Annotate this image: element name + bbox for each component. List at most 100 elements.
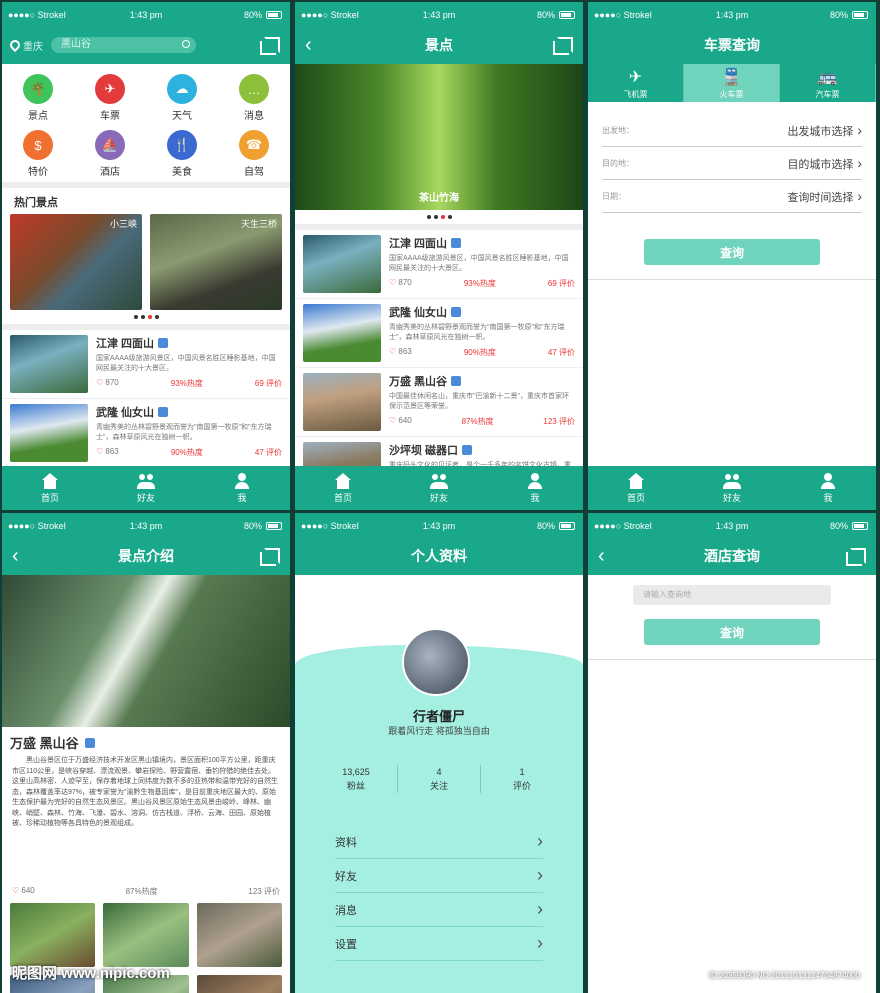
tab-me[interactable]: 我 (780, 466, 876, 510)
reviews[interactable]: 69 评价 (255, 378, 282, 389)
reviews[interactable]: 69 评价 (548, 278, 575, 289)
battery-level: 80% (536, 10, 555, 20)
category-item[interactable]: 🍴 美食 (146, 130, 218, 178)
stat-following[interactable]: 4 关注 (398, 765, 481, 793)
location-input[interactable]: 请输入查询地 (633, 585, 831, 605)
query-button[interactable]: 查询 (644, 619, 820, 645)
stat-label: 评价 (512, 781, 531, 791)
likes[interactable]: ♡ 863 (96, 447, 119, 458)
friends-icon (136, 473, 156, 489)
scan-icon[interactable] (260, 548, 280, 566)
status-bar: ●●●●○ Strokel 1:43 pm 80% (295, 2, 583, 26)
stat-fans[interactable]: 13,625 粉丝 (315, 765, 398, 793)
ticket-screen: ●●●●○ Strokel 1:43 pm 80% 车票查询 ✈ 飞机票 🚆 火车票… (588, 2, 876, 510)
departure-field[interactable]: 出发地： 出发城市选择 (602, 114, 862, 147)
date-field[interactable]: 日期： 查询时间选择 (602, 180, 862, 213)
field-value: 出发城市选择 (787, 122, 862, 139)
scan-icon[interactable] (553, 37, 573, 55)
gallery-photo[interactable] (10, 903, 96, 967)
likes[interactable]: ♡ 870 (389, 278, 412, 289)
tab-friends[interactable]: 好友 (98, 466, 194, 510)
gallery-photo[interactable] (196, 903, 282, 967)
verified-icon (462, 445, 473, 455)
friends-icon (722, 473, 742, 489)
tab-home[interactable]: 首页 (2, 466, 98, 510)
header: ‹ 酒店查询 (588, 537, 876, 575)
tab-bar: 首页 好友 我 (295, 466, 583, 510)
category-item[interactable]: ✈ 车票 (74, 74, 146, 122)
category-item[interactable]: 🌴 景点 (2, 74, 74, 122)
hot-spot-card[interactable]: 天生三桥 (150, 214, 282, 310)
category-item[interactable]: $ 特价 (2, 130, 74, 178)
hot-spots-title: 热门景点 (14, 197, 58, 209)
battery-level: 80% (829, 521, 848, 531)
category-label: 酒店 (100, 167, 120, 178)
reviews[interactable]: 47 评价 (255, 447, 282, 458)
tab-home[interactable]: 首页 (295, 466, 391, 510)
likes[interactable]: ♡ 863 (389, 347, 412, 358)
city-selector[interactable]: 重庆 (7, 37, 43, 53)
scan-icon[interactable] (846, 548, 866, 566)
reviews[interactable]: 47 评价 (548, 347, 575, 358)
spot-title: 万盛 黑山谷 (2, 727, 290, 756)
tab-home[interactable]: 首页 (588, 466, 684, 510)
query-button[interactable]: 查询 (644, 239, 820, 265)
hot-spot-card[interactable]: 小三峡 (10, 214, 142, 310)
back-icon[interactable]: ‹ (598, 546, 605, 566)
reviews[interactable]: 123 评价 (248, 886, 280, 897)
spot-name: 武隆 仙女山 (96, 407, 155, 419)
destination-field[interactable]: 目的地： 目的城市选择 (602, 147, 862, 180)
list-item[interactable]: 武隆 仙女山 青幽秀美的丛林碧野景观而誉为"南国第一牧原"和"东方瑞士"，森林草原… (295, 299, 583, 368)
list-item[interactable]: 万盛 黑山谷 中国最佳休闲名山，重庆市"巴渝新十二景"，重庆市首家环保示范景区等荣… (295, 368, 583, 437)
tab-me[interactable]: 我 (487, 466, 583, 510)
menu-item-messages[interactable]: 消息 (335, 893, 543, 927)
banner-image[interactable]: 茶山竹海 (295, 64, 583, 210)
likes[interactable]: ♡ 870 (96, 378, 119, 389)
tab-label: 首页 (40, 492, 59, 503)
menu-item-profile[interactable]: 资料 (335, 825, 543, 859)
spot-name: 武隆 仙女山 (389, 307, 448, 319)
home-screen: ●●●●○ Strokel 1:43 pm 80% 重庆 黑山谷 🌴 景点 ✈ 车票 ☁… (2, 2, 290, 510)
avatar[interactable] (402, 628, 470, 696)
gallery-photo[interactable] (103, 903, 189, 967)
heat: 90%热度 (463, 348, 496, 357)
category-item[interactable]: ☁ 天气 (146, 74, 218, 122)
category-item[interactable]: … 消息 (218, 74, 290, 122)
tab-friends[interactable]: 好友 (391, 466, 487, 510)
heart-icon: ♡ (389, 416, 399, 425)
menu-item-friends[interactable]: 好友 (335, 859, 543, 893)
list-item[interactable]: 武隆 仙女山 青幽秀美的丛林碧野景观而誉为"南国第一牧原"和"东方瑞士"，森林草原… (2, 399, 290, 468)
scan-icon[interactable] (260, 37, 280, 55)
gallery-photo[interactable] (196, 975, 282, 993)
tab-flight[interactable]: ✈ 飞机票 (588, 64, 684, 102)
likes[interactable]: ♡ 640 (12, 886, 35, 897)
divider (588, 659, 876, 660)
back-icon[interactable]: ‹ (305, 35, 312, 55)
tab-label: 我 (823, 492, 833, 503)
header: ‹ 景点介绍 (2, 537, 290, 575)
tab-train[interactable]: 🚆 火车票 (684, 64, 780, 102)
tab-bar: 首页 好友 我 (2, 466, 290, 510)
search-icon[interactable] (182, 40, 190, 48)
list-item[interactable]: 江津 四面山 国家AAAA级旅游风景区，中国风景名胜区睡影基地，中国网民最关注的十… (295, 230, 583, 299)
hero-image (2, 575, 290, 727)
hot-spots-carousel[interactable]: 小三峡 天生三桥 (2, 214, 290, 310)
battery-icon (852, 11, 868, 19)
stat-reviews[interactable]: 1 评价 (481, 765, 563, 793)
status-bar: ●●●●○ Strokel 1:43 pm 80% (2, 513, 290, 537)
reviews-count: 69 评价 (547, 279, 575, 288)
reviews[interactable]: 123 评价 (543, 416, 575, 427)
tab-me[interactable]: 我 (194, 466, 290, 510)
category-item[interactable]: ⛵ 酒店 (74, 130, 146, 178)
field-value: 查询时间选择 (787, 188, 862, 205)
tab-bus[interactable]: 🚌 汽车票 (780, 64, 876, 102)
menu-item-settings[interactable]: 设置 (335, 927, 543, 961)
likes[interactable]: ♡ 640 (389, 416, 412, 427)
tab-friends[interactable]: 好友 (684, 466, 780, 510)
back-icon[interactable]: ‹ (12, 546, 19, 566)
home-icon (333, 472, 353, 489)
category-label: 天气 (172, 111, 192, 122)
list-item[interactable]: 江津 四面山 国家AAAA级旅游风景区，中国风景名胜区睡影基地，中国网民最关注的十… (2, 330, 290, 399)
category-item[interactable]: ☎ 自驾 (218, 130, 290, 178)
search-input[interactable]: 黑山谷 (51, 37, 196, 53)
